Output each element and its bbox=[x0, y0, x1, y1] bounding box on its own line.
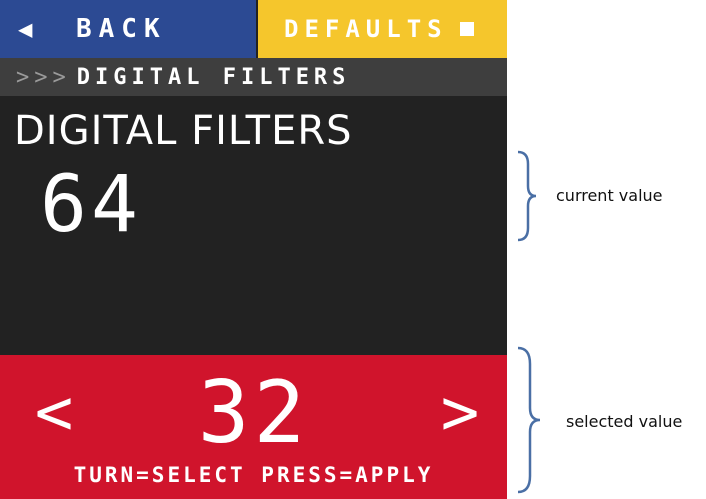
current-value: 64 bbox=[40, 160, 142, 250]
breadcrumb-label: DIGITAL FILTERS bbox=[76, 64, 351, 90]
setting-title: DIGITAL FILTERS bbox=[14, 108, 353, 154]
instruction-hint: TURN=SELECT PRESS=APPLY bbox=[73, 463, 434, 487]
square-icon bbox=[459, 22, 474, 36]
defaults-button[interactable]: DEFAULTS bbox=[258, 0, 507, 58]
back-label: BACK bbox=[76, 14, 167, 44]
next-value-button[interactable]: > bbox=[430, 373, 490, 453]
value-selector[interactable]: < 32 > TURN=SELECT PRESS=APPLY bbox=[0, 355, 507, 499]
device-screen: ◀ BACK DEFAULTS >>> DIGITAL FILTERS DIGI… bbox=[0, 0, 507, 499]
breadcrumb: >>> DIGITAL FILTERS bbox=[0, 58, 507, 96]
back-button[interactable]: ◀ BACK bbox=[0, 0, 256, 58]
defaults-label: DEFAULTS bbox=[284, 15, 448, 43]
selected-value-brace bbox=[517, 346, 541, 494]
current-value-brace bbox=[517, 150, 537, 242]
current-value-annotation: current value bbox=[556, 186, 663, 205]
left-arrow-icon: ◀ bbox=[18, 15, 33, 43]
top-bar: ◀ BACK DEFAULTS bbox=[0, 0, 507, 58]
breadcrumb-chevrons: >>> bbox=[16, 64, 71, 90]
selected-value-annotation: selected value bbox=[566, 412, 683, 431]
